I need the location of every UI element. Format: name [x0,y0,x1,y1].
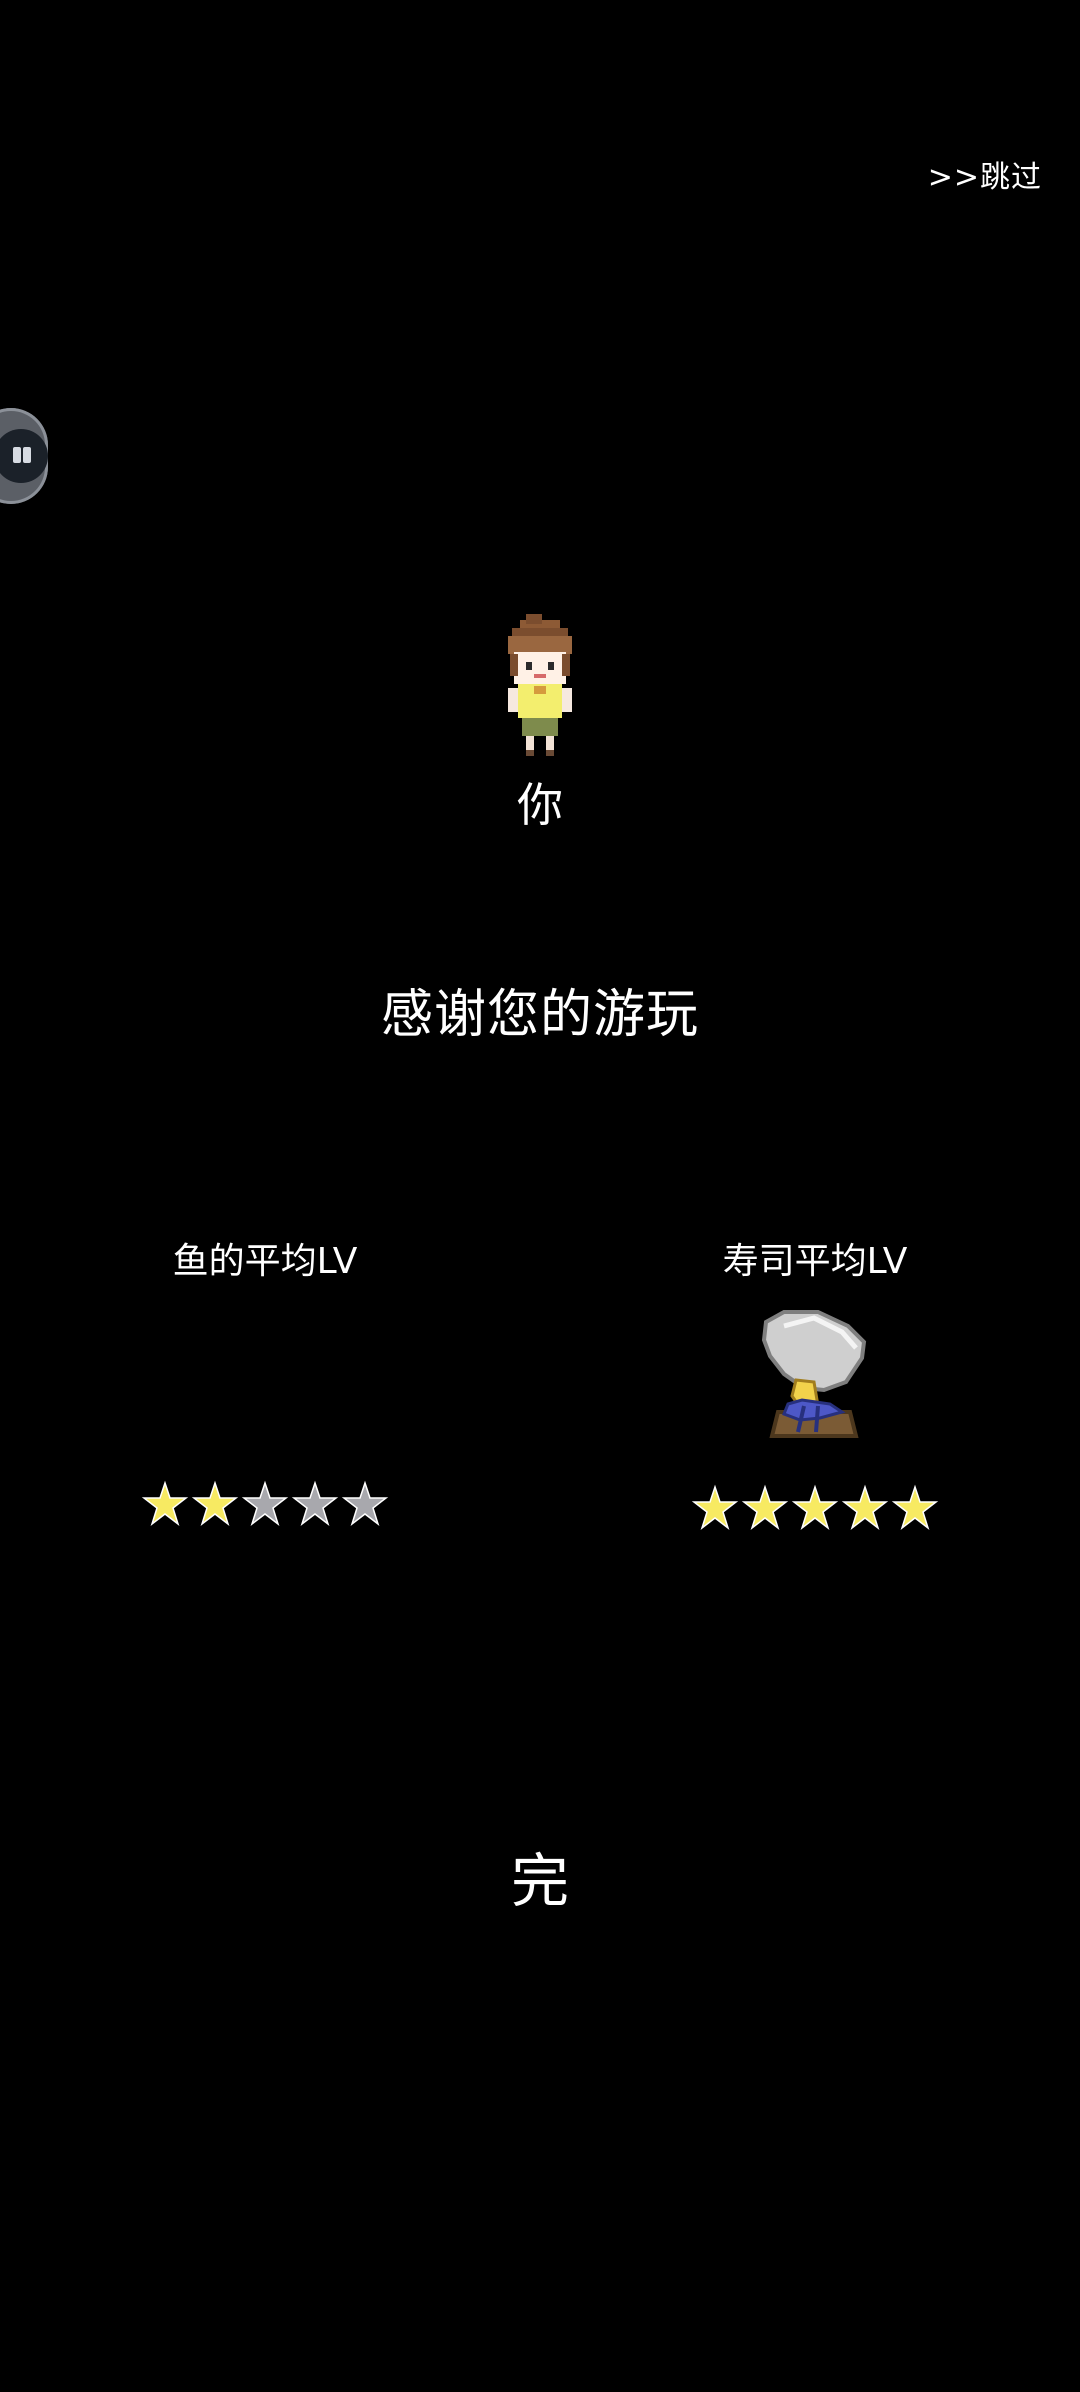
fish-star-rating [100,1480,430,1528]
skip-label: 跳过 [980,160,1042,195]
sushi-sprite [761,1310,867,1438]
sushi-average-level: 寿司平均LV [650,1244,980,1532]
sushi-star-rating [650,1484,980,1532]
end-text: 完 [510,1847,569,1915]
skip-button[interactable]: >>跳过 [928,152,1042,196]
empty-star-icon [341,1480,389,1527]
filled-star-icon [191,1480,239,1527]
sushi-average-level-title: 寿司平均LV [722,1241,908,1282]
fish-sprite-placeholder [210,1308,320,1444]
player-block: 你 [480,614,600,828]
filled-star-icon [741,1484,789,1531]
empty-star-icon [241,1480,289,1527]
assistant-face-icon [0,429,48,483]
empty-star-icon [291,1480,339,1527]
fish-average-level: 鱼的平均LV [100,1244,430,1528]
filled-star-icon [141,1480,189,1527]
filled-star-icon [841,1484,889,1531]
player-character-sprite [508,614,572,756]
filled-star-icon [791,1484,839,1531]
fish-average-level-title: 鱼的平均LV [172,1241,358,1282]
filled-star-icon [691,1484,739,1531]
floating-assistant-button[interactable] [0,408,48,504]
filled-star-icon [891,1484,939,1531]
thanks-message: 感谢您的游玩 [380,985,699,1045]
player-label: 你 [517,778,563,832]
skip-arrows: >> [927,160,980,195]
